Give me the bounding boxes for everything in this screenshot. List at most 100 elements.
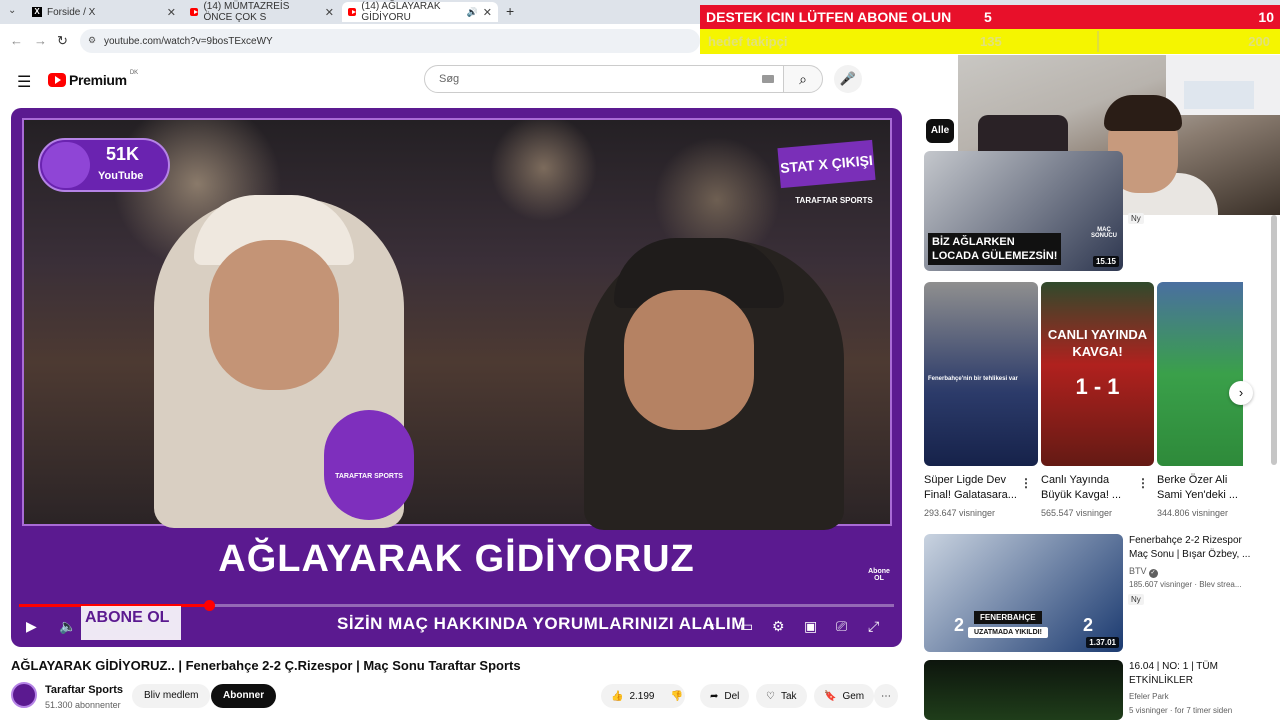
youtube-icon bbox=[190, 8, 199, 16]
video-player[interactable]: TARAFTAR SPORTS 51K YouTube STAT X ÇIKIŞ… bbox=[11, 108, 902, 647]
overlay-line: KAVGA! bbox=[1072, 344, 1123, 359]
related-video-channel[interactable]: Efeler Park bbox=[1129, 692, 1169, 701]
more-icon: ⋯ bbox=[881, 690, 891, 702]
tab-aglayarak[interactable]: (14) AĞLAYARAK GİDİYORU 🔊 ✕ bbox=[342, 1, 498, 23]
related-video-meta: 185.607 visninger · Blev strea... bbox=[1129, 580, 1242, 589]
goal-target: 10 bbox=[1258, 9, 1274, 25]
mic-icon: 🎤 bbox=[839, 71, 857, 86]
related-video-channel[interactable]: BTV ✓ bbox=[1129, 566, 1158, 578]
thanks-label: Tak bbox=[780, 690, 797, 702]
share-icon: ➦ bbox=[710, 690, 719, 702]
more-icon[interactable]: ⋮ bbox=[1137, 476, 1149, 490]
subscriber-goal-bar: DESTEK ICIN LÜTFEN ABONE OLUN 5 10 bbox=[700, 5, 1280, 29]
progress-scrubber[interactable] bbox=[203, 600, 215, 611]
video-title: AĞLAYARAK GİDİYORUZ.. | Fenerbahçe 2-2 Ç… bbox=[11, 658, 521, 673]
more-icon[interactable]: ⋮ bbox=[1020, 476, 1032, 490]
related-video-thumbnail[interactable]: BİZ AĞLARKEN LOCADA GÜLEMEZSİN! MAÇ SONU… bbox=[924, 151, 1123, 271]
goal-target: 200 bbox=[1248, 34, 1270, 49]
save-button[interactable]: 🔖 Gem bbox=[814, 684, 875, 708]
title-line: Süper Ligde Dev bbox=[924, 474, 1006, 486]
webcam-background-screen bbox=[1184, 81, 1254, 109]
second-person-face bbox=[624, 290, 754, 430]
url-field[interactable]: youtube.com/watch?v=9bosTExceWY bbox=[80, 29, 700, 53]
close-tab-icon[interactable]: ✕ bbox=[325, 6, 334, 19]
video-duration: 1.37.01 bbox=[1086, 637, 1119, 648]
play-icon[interactable]: ▶ bbox=[26, 618, 37, 635]
tab-mumtazreis[interactable]: (14) MÜMTAZREİS ÖNCE ÇOK S ✕ bbox=[184, 1, 340, 23]
new-tab-button[interactable]: + bbox=[506, 3, 514, 19]
site-info-icon[interactable]: ⚙ bbox=[88, 35, 96, 46]
voice-search-button[interactable]: 🎤 bbox=[834, 65, 862, 93]
search-placeholder: Søg bbox=[439, 73, 460, 85]
goal-count: 135 bbox=[980, 34, 1002, 49]
share-button[interactable]: ➦ Del bbox=[700, 684, 750, 708]
page-scrollbar[interactable] bbox=[1271, 215, 1277, 465]
search-input[interactable]: Søg bbox=[424, 65, 784, 93]
related-video-title[interactable]: Fenerbahçe 2-2 Rizespor Maç Sonu | Bışar… bbox=[1129, 534, 1250, 562]
related-video-thumbnail[interactable]: 2 FENERBAHÇE UZATMADA YIKILDI! 2 1.37.01 bbox=[924, 534, 1123, 652]
title-line: Fenerbahçe 2-2 Rizespor bbox=[1129, 535, 1242, 546]
short-views: 565.547 visninger bbox=[1041, 508, 1113, 518]
goal-divider bbox=[1097, 31, 1099, 52]
stream-goal-overlay: DESTEK ICIN LÜTFEN ABONE OLUN 5 10 hedef… bbox=[700, 5, 1280, 55]
tag-line: SONUCU bbox=[1090, 233, 1117, 239]
more-actions-button[interactable]: ⋯ bbox=[874, 684, 898, 708]
autoplay-toggle-icon[interactable]: ◐ bbox=[709, 618, 717, 634]
shorts-next-button[interactable]: › bbox=[1229, 381, 1253, 405]
channel-avatar[interactable] bbox=[11, 682, 37, 708]
close-tab-icon[interactable]: ✕ bbox=[167, 6, 176, 19]
filter-chip-all[interactable]: Alle bbox=[926, 119, 954, 143]
speaker-icon[interactable]: 🔊 bbox=[467, 7, 478, 18]
tab-label: (14) MÜMTAZREİS ÖNCE ÇOK S bbox=[203, 1, 290, 23]
keyboard-icon[interactable] bbox=[762, 75, 774, 83]
short-title[interactable]: Süper Ligde Dev Final! Galatasara... bbox=[924, 473, 1017, 503]
forward-icon[interactable]: → bbox=[34, 33, 47, 48]
title-line: Sami Yen'deki ... bbox=[1157, 489, 1238, 501]
short-title[interactable]: Canlı Yayında Büyük Kavga! ... bbox=[1041, 473, 1121, 503]
join-button[interactable]: Bliv medlem bbox=[132, 684, 211, 708]
dislike-icon[interactable]: 👎 bbox=[670, 691, 682, 702]
reload-icon[interactable]: ↻ bbox=[57, 33, 68, 49]
search-button[interactable]: ⌕ bbox=[783, 65, 823, 93]
back-icon[interactable]: ← bbox=[10, 33, 23, 48]
x-icon: X bbox=[32, 7, 42, 17]
cast-icon[interactable]: ⎚ bbox=[836, 618, 847, 635]
channel-name[interactable]: Taraftar Sports bbox=[45, 684, 123, 696]
short-views: 293.647 visninger bbox=[924, 508, 996, 518]
badge-platform: YouTube bbox=[98, 170, 144, 182]
related-video-thumbnail[interactable] bbox=[924, 660, 1123, 720]
youtube-premium-logo[interactable]: Premium DK bbox=[48, 70, 138, 88]
save-icon: 🔖 bbox=[824, 690, 837, 702]
tab-search-chevron-icon[interactable]: ⌄ bbox=[8, 5, 16, 16]
settings-icon[interactable]: ⚙ bbox=[772, 618, 785, 635]
subtitles-icon[interactable]: ▭ bbox=[740, 618, 753, 635]
like-count[interactable]: 2.199 bbox=[629, 691, 654, 702]
match-result-tag: MAÇ SONUCU bbox=[1091, 227, 1117, 239]
tab-x[interactable]: X Forside / X ✕ bbox=[26, 2, 182, 22]
like-icon[interactable]: 👍 bbox=[611, 691, 623, 702]
url-text: youtube.com/watch?v=9bosTExceWY bbox=[104, 36, 273, 47]
youtube-icon bbox=[348, 8, 357, 16]
fullscreen-icon[interactable]: ⤢ bbox=[868, 618, 879, 635]
new-badge: Ny bbox=[1128, 213, 1144, 224]
score-left: 2 bbox=[954, 615, 965, 635]
thanks-button[interactable]: ♡ Tak bbox=[756, 684, 807, 708]
brand-tag: STAT X ÇIKIŞI bbox=[777, 139, 876, 189]
caption-line: BİZ AĞLARKEN bbox=[932, 236, 1015, 248]
video-frame: TARAFTAR SPORTS 51K YouTube STAT X ÇIKIŞ… bbox=[22, 118, 892, 530]
interviewee-face bbox=[209, 240, 339, 390]
volume-icon[interactable]: 🔈 bbox=[59, 618, 76, 635]
title-line: 16.04 | NO: 1 | TÜM bbox=[1129, 661, 1218, 672]
short-thumbnail[interactable]: CANLI YAYINDA KAVGA! 1 - 1 bbox=[1041, 282, 1154, 466]
short-thumbnail[interactable] bbox=[1157, 282, 1243, 466]
subscribe-button[interactable]: Abonner bbox=[211, 684, 277, 708]
close-tab-icon[interactable]: ✕ bbox=[483, 6, 492, 19]
short-title[interactable]: Berke Özer Ali Sami Yen'deki ... bbox=[1157, 473, 1238, 503]
overlay-line: CANLI YAYINDA bbox=[1047, 327, 1148, 342]
channel-emblem-icon bbox=[42, 142, 90, 188]
miniplayer-icon[interactable]: ▣ bbox=[804, 618, 817, 635]
short-thumbnail[interactable]: Fenerbahçe'nin bir tehlikesi var bbox=[924, 282, 1038, 466]
related-video-title[interactable]: 16.04 | NO: 1 | TÜM ETKİNLİKLER bbox=[1129, 660, 1218, 688]
title-line: Canlı Yayında bbox=[1041, 474, 1110, 486]
menu-icon[interactable]: ☰ bbox=[17, 72, 31, 92]
